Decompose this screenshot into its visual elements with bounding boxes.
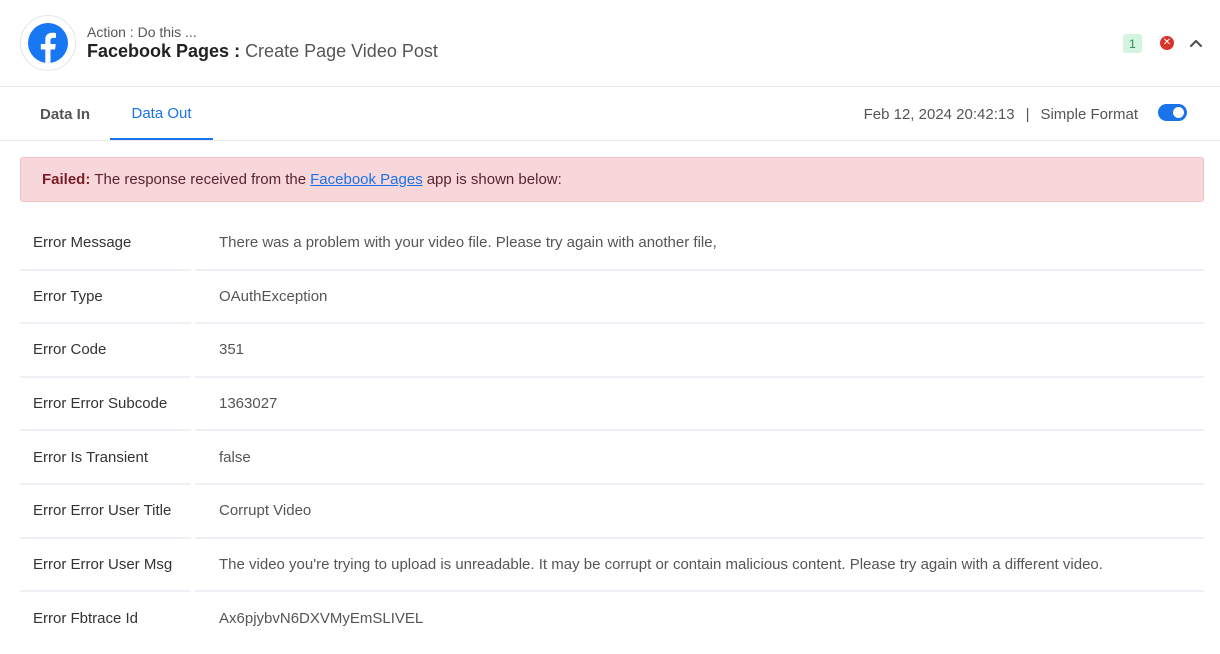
row-key: Error Error Subcode [20,378,191,432]
toggle-knob [1173,107,1184,118]
row-value: 1363027 [195,378,1204,432]
table-row: Error Error User Msg The video you're tr… [20,539,1204,593]
table-row: Error Error User Title Corrupt Video [20,485,1204,539]
alert-text-after: app is shown below: [426,171,562,188]
failed-alert: Failed: The response received from the F… [20,157,1204,202]
table-row: Error Error Subcode 1363027 [20,378,1204,432]
row-value: false [195,431,1204,485]
row-value: The video you're trying to upload is unr… [195,539,1204,593]
row-value: Ax6pjybvN6DXVMyEmSLIVEL [219,610,424,628]
response-table: Error Message There was a problem with y… [20,217,1204,646]
facebook-logo-icon [28,23,68,63]
row-value: Corrupt Video [195,485,1204,539]
row-key: Error Message [20,217,191,271]
row-key: Error Type [20,271,191,325]
alert-text-before: The response received from the [94,171,307,188]
action-title: Facebook Pages : Create Page Video Post [87,41,438,62]
row-value: There was a problem with your video file… [195,217,1204,271]
action-header: Action : Do this ... Facebook Pages : Cr… [0,0,1220,87]
table-row: Error Type OAuthException [20,271,1204,325]
response-timestamp: Feb 12, 2024 20:42:13 [863,105,1015,123]
step-count-badge: 1 [1123,34,1142,53]
row-value: 351 [195,324,1204,378]
table-row: Error Fbtrace Id Ax6pjybvN6DXVMyEmSLIVEL [20,592,1204,646]
chevron-up-icon[interactable] [1188,36,1204,50]
row-key: Error Is Transient [20,431,191,485]
row-key: Error Fbtrace Id [33,610,139,628]
row-value: OAuthException [195,271,1204,325]
simple-format-label: Simple Format [1040,105,1138,123]
tab-data-out[interactable]: Data Out [110,88,213,140]
table-row: Error Is Transient false [20,431,1204,485]
meta-separator: | [1025,105,1030,123]
error-status-icon: ✕ [1160,36,1174,50]
table-row: Error Code 351 [20,324,1204,378]
tab-data-in[interactable]: Data In [20,88,110,140]
facebook-pages-link[interactable]: Facebook Pages [310,171,423,188]
event-name: Create Page Video Post [245,41,438,61]
row-key: Error Error User Title [20,485,191,539]
title-separator: : [229,41,246,61]
data-tabs: Data In Data Out Feb 12, 2024 20:42:13 |… [0,88,1220,141]
response-meta: Feb 12, 2024 20:42:13 | Simple Format [864,88,1138,140]
failed-label: Failed: [42,171,91,188]
app-name: Facebook Pages [87,41,230,61]
action-label: Action : Do this ... [87,24,197,40]
app-logo [20,15,76,71]
simple-format-toggle[interactable] [1158,104,1187,121]
row-key: Error Error User Msg [20,539,191,593]
row-key: Error Code [20,324,191,378]
table-row: Error Message There was a problem with y… [20,217,1204,271]
